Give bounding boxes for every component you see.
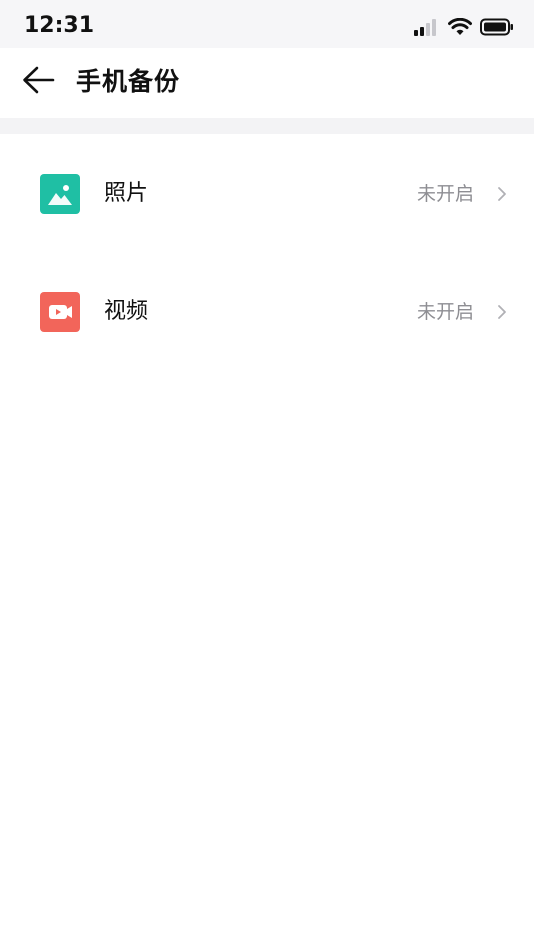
video-icon	[40, 292, 80, 332]
list-item-label: 视频	[104, 299, 149, 324]
wifi-icon	[448, 18, 472, 36]
status-bar: 12:31	[0, 0, 534, 48]
arrow-left-icon	[21, 65, 55, 99]
photo-icon	[40, 174, 80, 214]
page-title: 手机备份	[76, 67, 181, 96]
app-header: 手机备份	[0, 48, 534, 118]
chevron-right-icon	[496, 184, 508, 204]
list-item-videos[interactable]: 视频 未开启	[0, 262, 534, 362]
backup-status: 未开启	[416, 301, 474, 323]
back-button[interactable]	[18, 62, 58, 102]
battery-icon	[480, 18, 514, 36]
cellular-signal-icon	[414, 18, 440, 36]
list-item-photos[interactable]: 照片 未开启	[0, 144, 534, 244]
chevron-right-icon	[496, 302, 508, 322]
list-item-label: 照片	[104, 181, 149, 206]
status-time: 12:31	[24, 13, 95, 38]
status-icons	[414, 15, 514, 39]
backup-status: 未开启	[416, 183, 474, 205]
section-divider	[0, 118, 534, 134]
